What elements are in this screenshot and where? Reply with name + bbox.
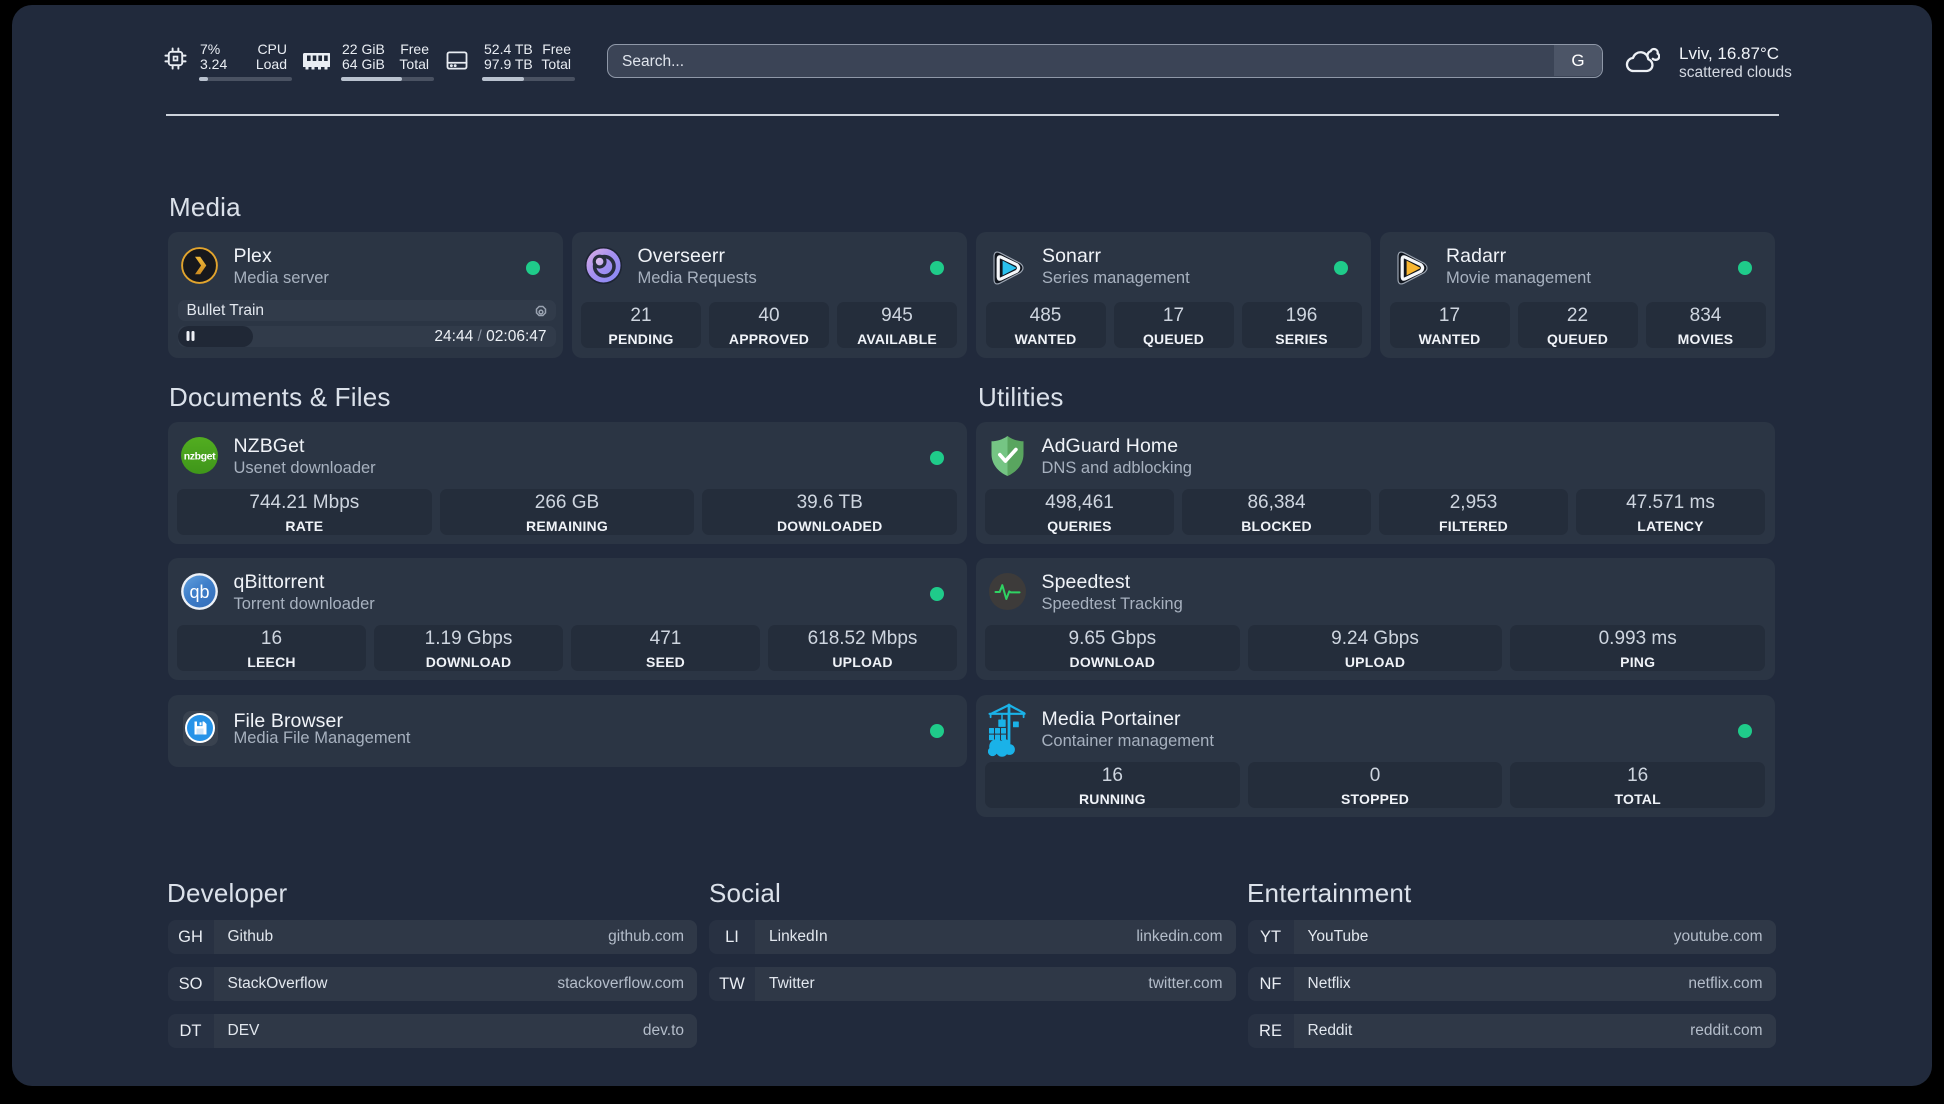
svg-text:nzbget: nzbget: [183, 451, 215, 463]
svg-text:qb: qb: [189, 582, 209, 602]
